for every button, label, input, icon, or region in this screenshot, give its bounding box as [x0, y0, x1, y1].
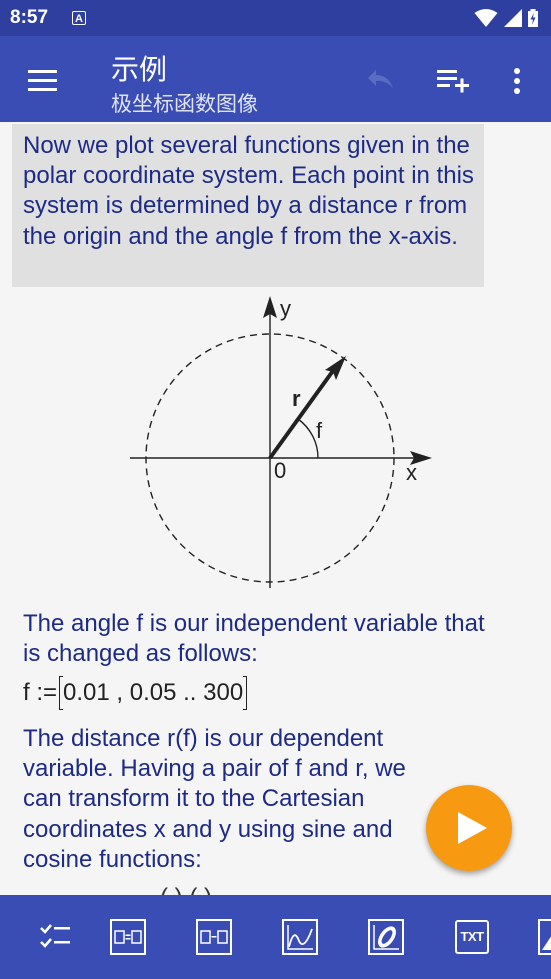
equation-result-icon — [196, 919, 232, 955]
add-list-button[interactable] — [434, 64, 472, 98]
axis-x-label: x — [406, 460, 417, 485]
playlist-add-icon — [437, 70, 469, 93]
menu-button[interactable] — [24, 62, 60, 98]
polar-coordinate-diagram: y x 0 r f — [130, 296, 432, 588]
page-title: 示例 — [111, 54, 168, 85]
polar-plot-icon — [368, 919, 404, 955]
status-icons — [474, 8, 539, 28]
angle-label: f — [316, 418, 323, 443]
more-options-button[interactable] — [508, 64, 526, 98]
cutoff-formula: ( ) ( ) — [160, 884, 212, 895]
formula-right-bracket — [243, 676, 248, 710]
battery-icon — [528, 9, 538, 27]
image-button[interactable] — [536, 917, 551, 957]
polar-plot-button[interactable] — [366, 917, 406, 957]
text-icon: TXT — [455, 920, 489, 954]
play-icon — [458, 812, 487, 844]
page-subtitle: 极坐标函数图像 — [111, 93, 258, 116]
function-plot-button[interactable] — [280, 917, 320, 957]
undo-button[interactable] — [360, 66, 398, 96]
equation-icon — [110, 919, 146, 955]
angle-formula[interactable]: f := 0.01 , 0.05 .. 300 — [23, 676, 248, 710]
distance-description[interactable]: The distance r(f) is our dependent varia… — [23, 724, 443, 875]
wifi-icon — [474, 9, 498, 27]
undo-icon — [368, 70, 393, 88]
formula-value: 0.01 , 0.05 .. 300 — [63, 679, 244, 706]
radius-vector — [268, 366, 337, 460]
checklist-button[interactable] — [36, 917, 76, 957]
axis-y-label: y — [280, 296, 291, 321]
origin-label: 0 — [274, 458, 286, 483]
intro-text-block[interactable]: Now we plot several functions given in t… — [12, 124, 484, 287]
equation-button[interactable] — [108, 917, 148, 957]
radius-label: r — [292, 386, 301, 411]
text-block-button[interactable]: TXT — [452, 917, 492, 957]
more-vert-icon — [514, 68, 520, 94]
status-bar: 8:57 A — [0, 0, 551, 36]
worksheet-content[interactable]: Now we plot several functions given in t… — [0, 122, 551, 895]
function-plot-icon — [282, 919, 318, 955]
hamburger-icon — [28, 70, 57, 91]
equation-result-button[interactable] — [194, 917, 234, 957]
run-button[interactable] — [426, 785, 512, 871]
app-bar: 示例 极坐标函数图像 — [0, 36, 551, 122]
checklist-icon — [40, 924, 70, 948]
angle-description[interactable]: The angle f is our independent variable … — [23, 609, 493, 669]
cell-signal-icon — [503, 9, 522, 27]
formula-lhs: f := — [23, 679, 58, 706]
bottom-toolbar: TXT — [0, 895, 551, 979]
angle-arc — [297, 418, 319, 459]
image-icon — [538, 919, 551, 955]
notification-a-icon: A — [72, 11, 86, 25]
status-time: 8:57 — [10, 7, 49, 28]
